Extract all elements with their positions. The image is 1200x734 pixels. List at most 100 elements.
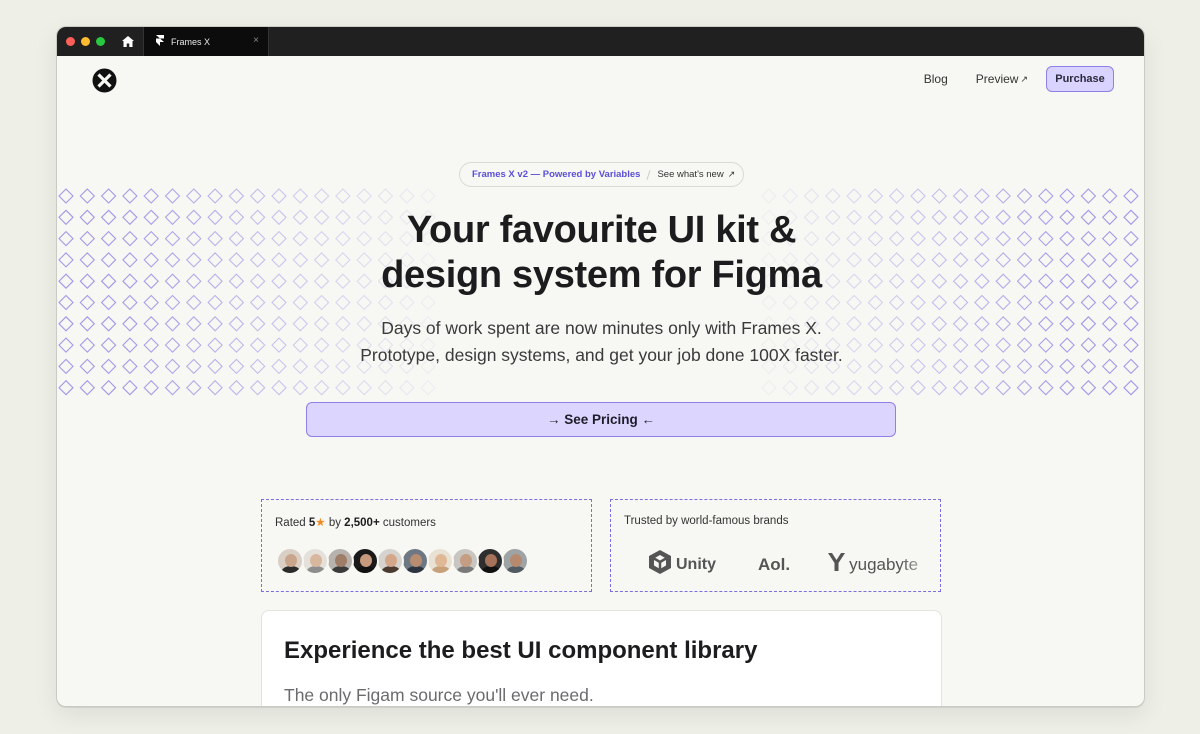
diamond-shape <box>888 188 905 204</box>
announcement-badge: Frames X v2 — Powered by Variables See w… <box>459 162 744 187</box>
diamond-shape <box>313 188 330 204</box>
diamond-shape <box>207 379 223 396</box>
avatar-face <box>510 554 522 567</box>
frames-x-logo[interactable] <box>92 68 117 93</box>
hero-subtitle-line-1: Days of work spent are now minutes only … <box>381 318 822 338</box>
diamond-shape <box>399 379 415 396</box>
diamond-shape <box>803 188 820 204</box>
avatar <box>326 547 354 575</box>
avatar-body <box>356 566 376 573</box>
diamond-shape <box>249 379 266 396</box>
diamond-shape <box>931 188 948 204</box>
avatar <box>401 547 429 575</box>
diamond-shape <box>249 188 266 204</box>
top-nav: Blog Preview ↗ Purchase <box>924 66 1114 92</box>
avatar-body <box>381 566 401 573</box>
brand-logos: Unity Aol. yugabyte <box>649 550 918 579</box>
minimize-window-button[interactable] <box>81 37 90 46</box>
diamond-shape <box>79 188 96 204</box>
avatar-body <box>456 566 476 573</box>
brands-fade-overlay <box>900 540 940 580</box>
see-pricing-button[interactable]: → See Pricing ← <box>306 402 896 437</box>
nav-blog-link[interactable]: Blog <box>924 72 948 86</box>
diamond-shape <box>420 188 436 204</box>
diamond-shape <box>228 188 245 204</box>
diamond-shape <box>910 188 926 204</box>
diamond-shape <box>995 379 1011 396</box>
diamond-shape <box>974 379 990 396</box>
brands-label: Trusted by world-famous brands <box>624 515 789 527</box>
hero-title-line-1: Your favourite UI kit & <box>406 209 797 251</box>
hero-title: Your favourite UI kit & design system fo… <box>57 208 1144 298</box>
avatar <box>426 547 454 575</box>
diamond-shape <box>164 188 181 204</box>
diamond-shape <box>100 379 117 396</box>
rating-prefix: Rated <box>275 517 306 529</box>
diamond-shape <box>356 379 372 396</box>
diamond-shape <box>207 188 223 204</box>
diamond-shape <box>995 188 1011 204</box>
avatar <box>276 547 304 575</box>
diamond-shape <box>761 379 777 396</box>
diamond-shape <box>931 379 948 396</box>
diamond-shape <box>420 379 436 396</box>
nav-preview-link[interactable]: Preview ↗ <box>976 72 1028 86</box>
diamond-shape <box>143 188 159 204</box>
diamond-shape <box>1123 188 1139 204</box>
avatar-body <box>481 566 501 573</box>
customer-count: 2,500+ <box>344 517 380 529</box>
unity-wordmark: Unity <box>676 555 716 573</box>
avatar <box>301 547 329 575</box>
diamond-shape <box>867 379 884 396</box>
diamond-shape <box>846 379 862 396</box>
hero-subtitle-line-2: Prototype, design systems, and get your … <box>360 345 843 365</box>
brands-card: Trusted by world-famous brands Unity Aol… <box>610 499 941 592</box>
diamond-shape <box>1038 379 1054 396</box>
page-content: Blog Preview ↗ Purchase Frames X v2 — Po… <box>57 56 1144 706</box>
purchase-button[interactable]: Purchase <box>1046 66 1114 92</box>
tab-close-icon[interactable]: × <box>253 35 259 46</box>
diamond-shape <box>271 188 287 204</box>
feature-title: Experience the best UI component library <box>284 637 758 664</box>
maximize-window-button[interactable] <box>96 37 105 46</box>
diamond-shape <box>825 188 841 204</box>
diamond-shape <box>292 188 309 204</box>
window-controls <box>66 37 105 46</box>
diamond-shape <box>974 188 990 204</box>
browser-tab[interactable]: Frames X × <box>143 27 269 56</box>
rating-text: Rated 5★ by 2,500+ customers <box>275 515 436 529</box>
diamond-shape <box>313 379 330 396</box>
diamond-shape <box>356 188 372 204</box>
diamond-shape <box>143 379 159 396</box>
figma-icon <box>156 33 164 51</box>
announcement-primary-link[interactable]: Frames X v2 — Powered by Variables <box>472 169 640 180</box>
diamond-shape <box>888 379 905 396</box>
diamond-shape <box>58 188 74 204</box>
diamond-shape <box>782 188 798 204</box>
close-window-button[interactable] <box>66 37 75 46</box>
rating-suffix: customers <box>382 517 436 529</box>
yugabyte-mark-icon <box>828 553 846 576</box>
whats-new-link[interactable]: See what's new ↗ <box>657 169 735 180</box>
avatar <box>376 547 404 575</box>
avatar-face <box>360 554 372 567</box>
avatar-body <box>281 566 301 573</box>
diamond-shape <box>228 379 245 396</box>
diamond-shape <box>867 188 884 204</box>
announcement-divider <box>646 169 651 180</box>
rating-middle: by <box>328 517 341 529</box>
diamond-shape <box>1080 188 1097 204</box>
avatar-face <box>410 554 422 567</box>
rating-card: Rated 5★ by 2,500+ customers <box>261 499 592 592</box>
diamond-shape <box>399 188 415 204</box>
avatar <box>501 547 529 575</box>
avatar-body <box>431 566 451 573</box>
diamond-shape <box>1038 188 1054 204</box>
unity-cube-icon <box>649 550 671 579</box>
diamond-shape <box>952 188 969 204</box>
diamond-shape <box>846 188 862 204</box>
avatar <box>351 547 379 575</box>
home-icon[interactable] <box>121 34 135 48</box>
avatar-body <box>306 566 326 573</box>
diamond-shape <box>952 379 969 396</box>
